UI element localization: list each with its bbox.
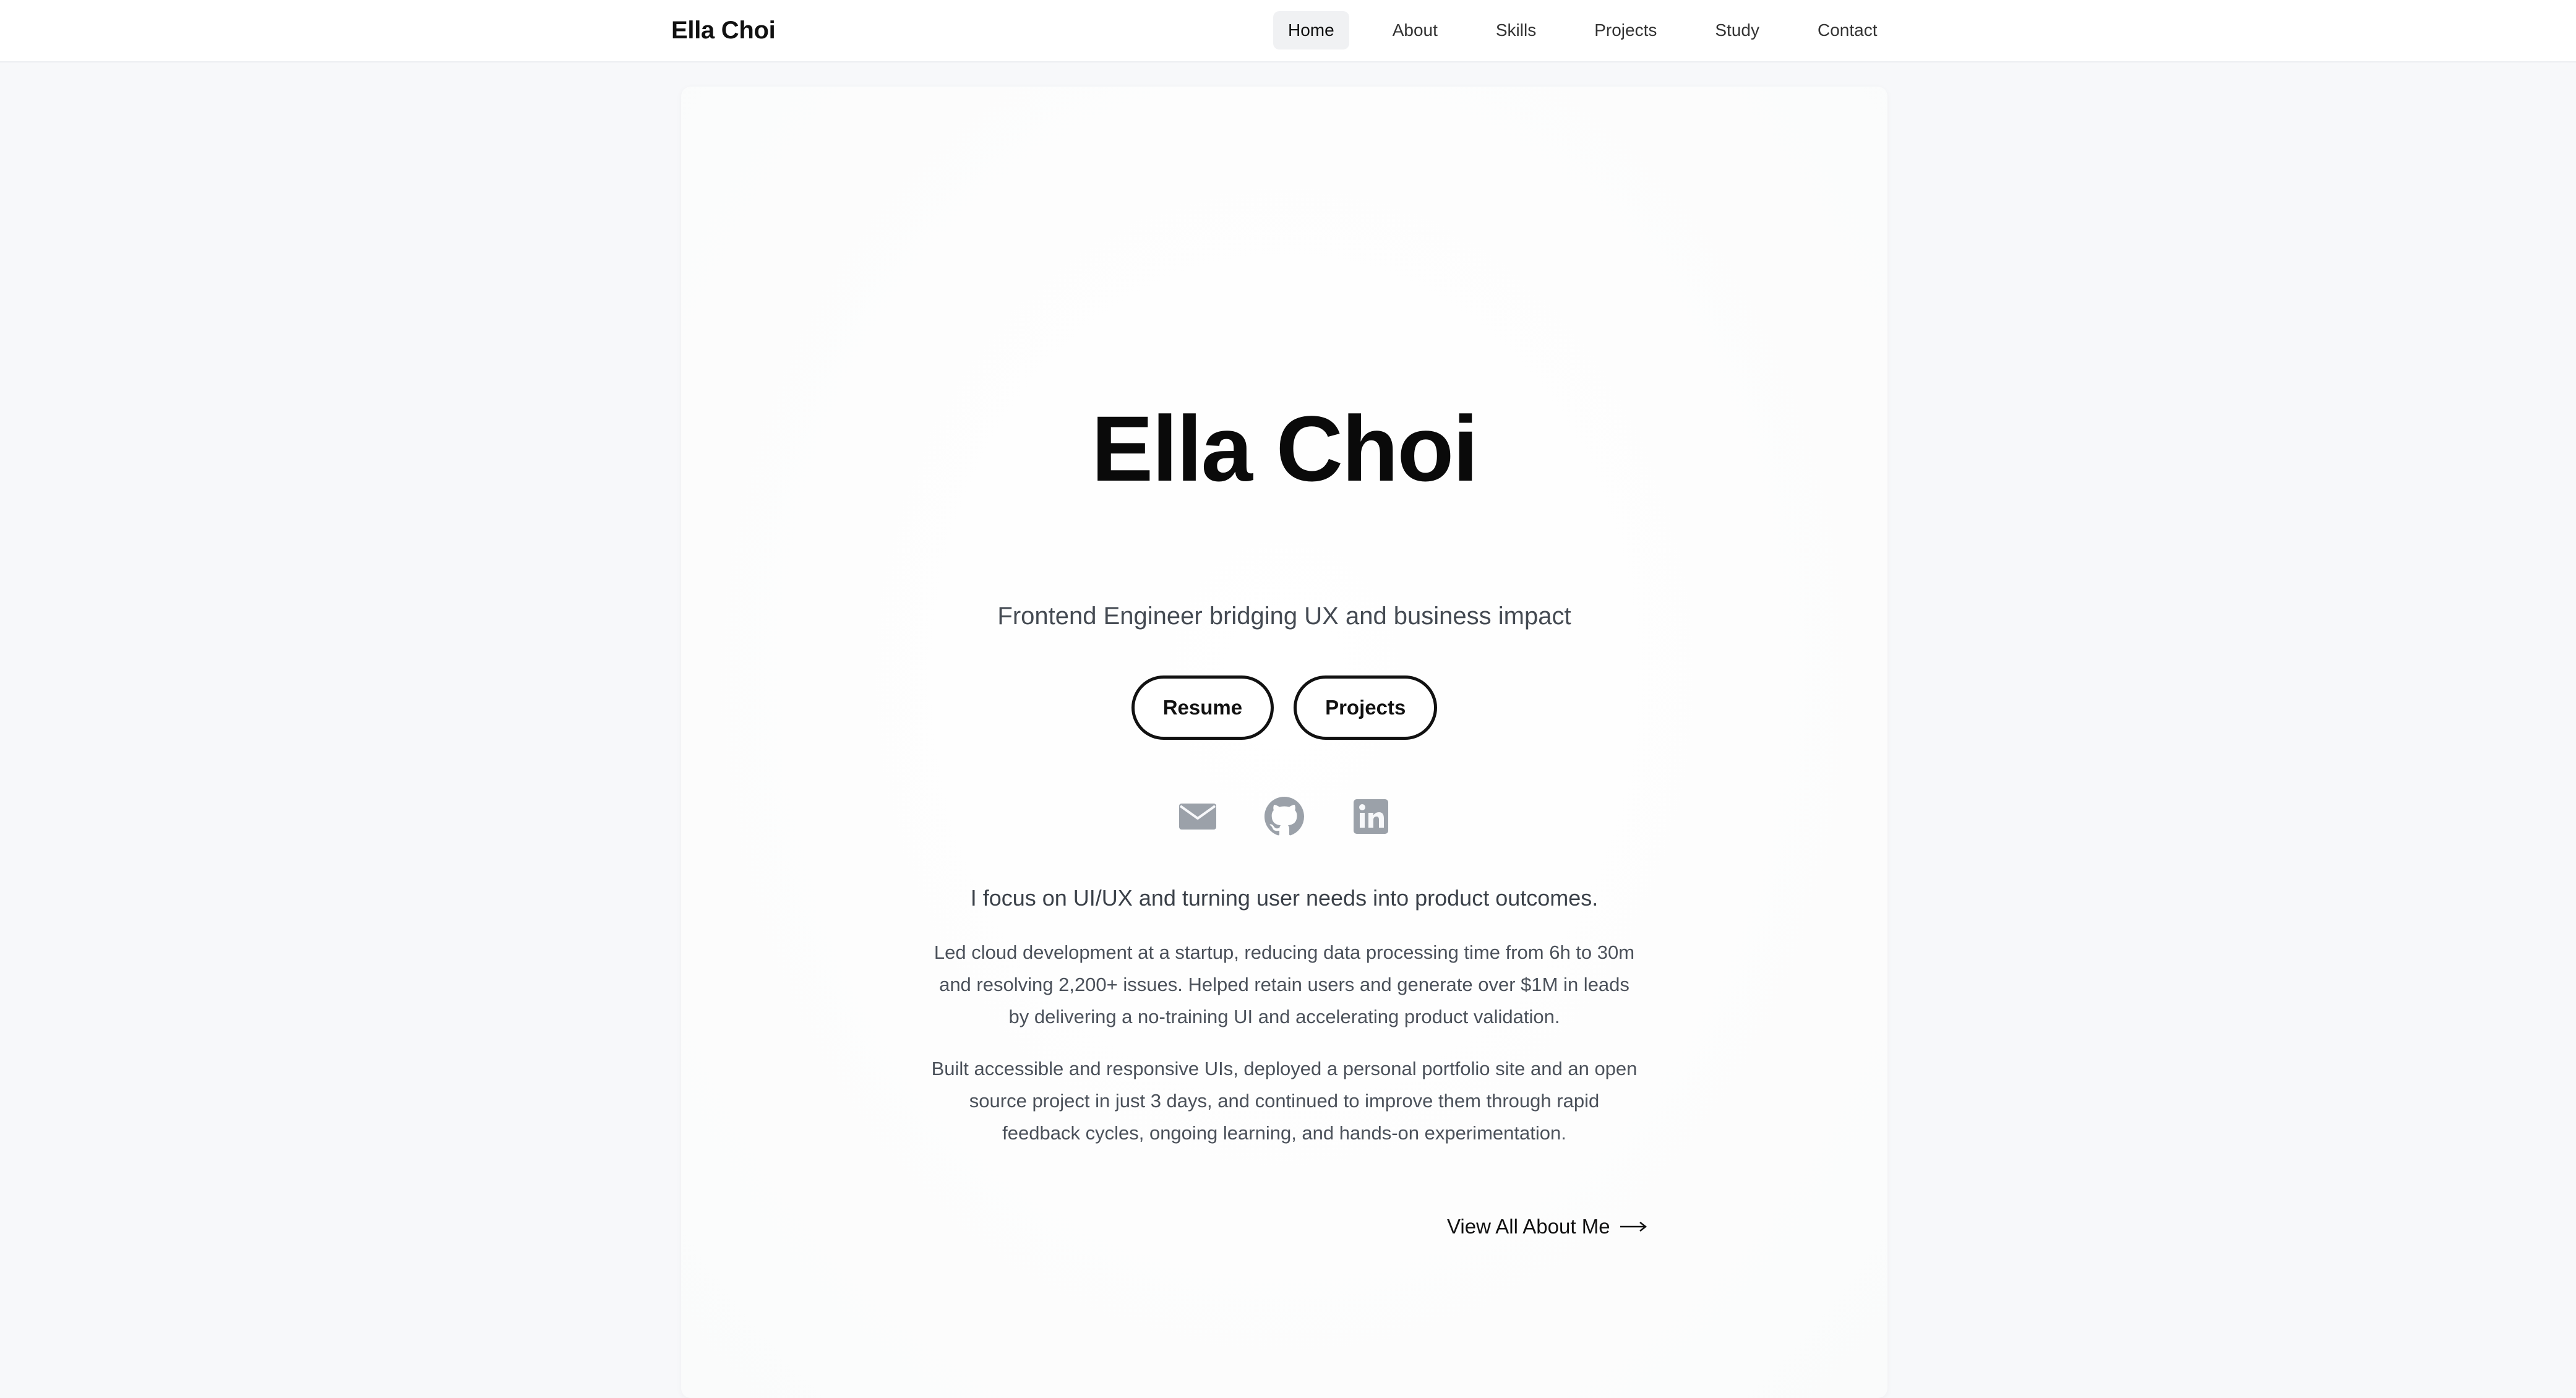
- nav-item-skills[interactable]: Skills: [1481, 11, 1551, 49]
- nav-item-contact[interactable]: Contact: [1803, 11, 1892, 49]
- social-links: [681, 797, 1887, 836]
- arrow-right-icon: [1620, 1222, 1647, 1232]
- hero-card: Ella Choi Frontend Engineer bridging UX …: [681, 87, 1887, 1398]
- envelope-icon[interactable]: [1178, 797, 1217, 836]
- hero-name: Ella Choi: [1091, 397, 1479, 500]
- top-navigation-bar: Ella Choi Home About Skills Projects Stu…: [0, 0, 2576, 62]
- nav-item-about[interactable]: About: [1378, 11, 1453, 49]
- bio-paragraph-1: Led cloud development at a startup, redu…: [934, 941, 1635, 1027]
- main-nav: Home About Skills Projects Study Contact: [1273, 11, 1892, 49]
- nav-item-home[interactable]: Home: [1273, 11, 1349, 49]
- hero-subtitle: Frontend Engineer bridging UX and busine…: [997, 603, 1571, 630]
- hero-buttons: Resume Projects: [681, 675, 1887, 740]
- projects-button[interactable]: Projects: [1294, 675, 1438, 740]
- bio-paragraph-2: Built accessible and responsive UIs, dep…: [931, 1058, 1638, 1144]
- intro-text: I focus on UI/UX and turning user needs …: [970, 885, 1599, 911]
- view-all-about-me-label: View All About Me: [1447, 1215, 1610, 1238]
- nav-item-study[interactable]: Study: [1700, 11, 1774, 49]
- view-all-about-me-link[interactable]: View All About Me: [1447, 1211, 1647, 1242]
- linkedin-icon[interactable]: [1351, 797, 1391, 836]
- nav-item-projects[interactable]: Projects: [1579, 11, 1672, 49]
- brand-logo-text[interactable]: Ella Choi: [671, 14, 776, 47]
- resume-button[interactable]: Resume: [1131, 675, 1274, 740]
- github-icon[interactable]: [1264, 797, 1304, 836]
